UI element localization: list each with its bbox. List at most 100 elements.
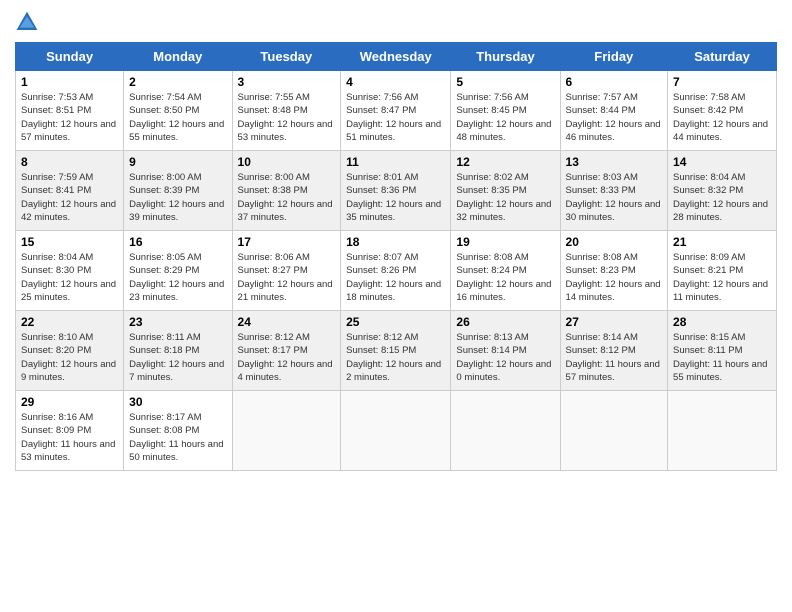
day-number: 2	[129, 75, 226, 89]
day-info: Sunrise: 8:16 AM Sunset: 8:09 PM Dayligh…	[21, 411, 118, 464]
weekday-header: Saturday	[668, 43, 777, 71]
calendar-day-cell	[668, 391, 777, 471]
day-number: 9	[129, 155, 226, 169]
day-info: Sunrise: 8:10 AM Sunset: 8:20 PM Dayligh…	[21, 331, 118, 384]
weekday-header: Sunday	[16, 43, 124, 71]
calendar-day-cell: 24Sunrise: 8:12 AM Sunset: 8:17 PM Dayli…	[232, 311, 341, 391]
day-info: Sunrise: 8:00 AM Sunset: 8:39 PM Dayligh…	[129, 171, 226, 224]
day-number: 4	[346, 75, 445, 89]
day-number: 5	[456, 75, 554, 89]
weekday-header: Friday	[560, 43, 668, 71]
weekday-row: SundayMondayTuesdayWednesdayThursdayFrid…	[16, 43, 777, 71]
calendar-week-row: 8 Sunrise: 7:59 AM Sunset: 8:41 PM Daylig…	[16, 151, 777, 231]
day-number: 6	[566, 75, 663, 89]
day-info: Sunrise: 8:12 AM Sunset: 8:15 PM Dayligh…	[346, 331, 445, 384]
day-number: 1	[21, 75, 118, 89]
day-info: Sunrise: 8:08 AM Sunset: 8:24 PM Dayligh…	[456, 251, 554, 304]
day-info: Sunrise: 7:53 AM Sunset: 8:51 PM Dayligh…	[21, 91, 118, 144]
day-number: 13	[566, 155, 663, 169]
calendar-day-cell: 23 Sunrise: 8:11 AM Sunset: 8:18 PM Dayli…	[124, 311, 232, 391]
day-info: Sunrise: 7:54 AM Sunset: 8:50 PM Dayligh…	[129, 91, 226, 144]
calendar-week-row: 1 Sunrise: 7:53 AM Sunset: 8:51 PM Daylig…	[16, 71, 777, 151]
day-info: Sunrise: 8:01 AM Sunset: 8:36 PM Dayligh…	[346, 171, 445, 224]
weekday-header: Tuesday	[232, 43, 341, 71]
calendar-day-cell: 8 Sunrise: 7:59 AM Sunset: 8:41 PM Daylig…	[16, 151, 124, 231]
day-number: 10	[238, 155, 336, 169]
day-number: 15	[21, 235, 118, 249]
day-info: Sunrise: 8:05 AM Sunset: 8:29 PM Dayligh…	[129, 251, 226, 304]
calendar-day-cell: 27 Sunrise: 8:14 AM Sunset: 8:12 PM Dayli…	[560, 311, 668, 391]
logo-icon	[15, 10, 39, 34]
day-number: 25	[346, 315, 445, 329]
day-info: Sunrise: 8:14 AM Sunset: 8:12 PM Dayligh…	[566, 331, 663, 384]
calendar-day-cell: 14 Sunrise: 8:04 AM Sunset: 8:32 PM Dayli…	[668, 151, 777, 231]
day-info: Sunrise: 8:11 AM Sunset: 8:18 PM Dayligh…	[129, 331, 226, 384]
calendar-week-row: 15 Sunrise: 8:04 AM Sunset: 8:30 PM Dayli…	[16, 231, 777, 311]
day-number: 29	[21, 395, 118, 409]
calendar-day-cell: 21 Sunrise: 8:09 AM Sunset: 8:21 PM Dayli…	[668, 231, 777, 311]
day-number: 26	[456, 315, 554, 329]
calendar-day-cell: 30Sunrise: 8:17 AM Sunset: 8:08 PM Dayli…	[124, 391, 232, 471]
calendar-day-cell: 17 Sunrise: 8:06 AM Sunset: 8:27 PM Dayli…	[232, 231, 341, 311]
day-info: Sunrise: 8:02 AM Sunset: 8:35 PM Dayligh…	[456, 171, 554, 224]
calendar-day-cell: 25 Sunrise: 8:12 AM Sunset: 8:15 PM Dayli…	[341, 311, 451, 391]
day-info: Sunrise: 7:59 AM Sunset: 8:41 PM Dayligh…	[21, 171, 118, 224]
calendar-day-cell: 5 Sunrise: 7:56 AM Sunset: 8:45 PM Daylig…	[451, 71, 560, 151]
day-number: 12	[456, 155, 554, 169]
calendar-week-row: 22 Sunrise: 8:10 AM Sunset: 8:20 PM Dayli…	[16, 311, 777, 391]
day-info: Sunrise: 8:04 AM Sunset: 8:30 PM Dayligh…	[21, 251, 118, 304]
calendar-day-cell: 28 Sunrise: 8:15 AM Sunset: 8:11 PM Dayli…	[668, 311, 777, 391]
calendar-header: SundayMondayTuesdayWednesdayThursdayFrid…	[16, 43, 777, 71]
day-info: Sunrise: 8:06 AM Sunset: 8:27 PM Dayligh…	[238, 251, 336, 304]
day-number: 28	[673, 315, 771, 329]
day-info: Sunrise: 8:04 AM Sunset: 8:32 PM Dayligh…	[673, 171, 771, 224]
calendar-day-cell: 9 Sunrise: 8:00 AM Sunset: 8:39 PM Daylig…	[124, 151, 232, 231]
weekday-header: Monday	[124, 43, 232, 71]
logo	[15, 10, 43, 34]
calendar-table: SundayMondayTuesdayWednesdayThursdayFrid…	[15, 42, 777, 471]
day-number: 23	[129, 315, 226, 329]
calendar-day-cell	[341, 391, 451, 471]
calendar-day-cell: 22 Sunrise: 8:10 AM Sunset: 8:20 PM Dayli…	[16, 311, 124, 391]
day-number: 16	[129, 235, 226, 249]
day-info: Sunrise: 8:17 AM Sunset: 8:08 PM Dayligh…	[129, 411, 226, 464]
day-number: 19	[456, 235, 554, 249]
calendar-day-cell: 10 Sunrise: 8:00 AM Sunset: 8:38 PM Dayli…	[232, 151, 341, 231]
calendar-day-cell	[560, 391, 668, 471]
day-number: 3	[238, 75, 336, 89]
calendar-day-cell: 4Sunrise: 7:56 AM Sunset: 8:47 PM Daylig…	[341, 71, 451, 151]
calendar-day-cell: 16 Sunrise: 8:05 AM Sunset: 8:29 PM Dayli…	[124, 231, 232, 311]
calendar-day-cell: 18Sunrise: 8:07 AM Sunset: 8:26 PM Dayli…	[341, 231, 451, 311]
calendar-day-cell: 29 Sunrise: 8:16 AM Sunset: 8:09 PM Dayli…	[16, 391, 124, 471]
calendar-day-cell: 3Sunrise: 7:55 AM Sunset: 8:48 PM Daylig…	[232, 71, 341, 151]
calendar-day-cell: 11Sunrise: 8:01 AM Sunset: 8:36 PM Dayli…	[341, 151, 451, 231]
day-info: Sunrise: 7:57 AM Sunset: 8:44 PM Dayligh…	[566, 91, 663, 144]
day-info: Sunrise: 7:56 AM Sunset: 8:45 PM Dayligh…	[456, 91, 554, 144]
day-info: Sunrise: 7:58 AM Sunset: 8:42 PM Dayligh…	[673, 91, 771, 144]
day-number: 22	[21, 315, 118, 329]
day-number: 7	[673, 75, 771, 89]
day-info: Sunrise: 8:00 AM Sunset: 8:38 PM Dayligh…	[238, 171, 336, 224]
day-number: 27	[566, 315, 663, 329]
day-info: Sunrise: 8:03 AM Sunset: 8:33 PM Dayligh…	[566, 171, 663, 224]
weekday-header: Wednesday	[341, 43, 451, 71]
day-info: Sunrise: 8:08 AM Sunset: 8:23 PM Dayligh…	[566, 251, 663, 304]
calendar-day-cell: 2 Sunrise: 7:54 AM Sunset: 8:50 PM Daylig…	[124, 71, 232, 151]
calendar-day-cell: 26 Sunrise: 8:13 AM Sunset: 8:14 PM Dayli…	[451, 311, 560, 391]
calendar-day-cell	[451, 391, 560, 471]
calendar-day-cell: 19 Sunrise: 8:08 AM Sunset: 8:24 PM Dayli…	[451, 231, 560, 311]
calendar-day-cell: 7 Sunrise: 7:58 AM Sunset: 8:42 PM Daylig…	[668, 71, 777, 151]
day-info: Sunrise: 8:13 AM Sunset: 8:14 PM Dayligh…	[456, 331, 554, 384]
day-number: 14	[673, 155, 771, 169]
day-number: 21	[673, 235, 771, 249]
calendar-day-cell	[232, 391, 341, 471]
day-info: Sunrise: 8:15 AM Sunset: 8:11 PM Dayligh…	[673, 331, 771, 384]
day-number: 17	[238, 235, 336, 249]
calendar-day-cell: 15 Sunrise: 8:04 AM Sunset: 8:30 PM Dayli…	[16, 231, 124, 311]
day-info: Sunrise: 8:09 AM Sunset: 8:21 PM Dayligh…	[673, 251, 771, 304]
calendar-week-row: 29 Sunrise: 8:16 AM Sunset: 8:09 PM Dayli…	[16, 391, 777, 471]
day-number: 8	[21, 155, 118, 169]
calendar-day-cell: 12 Sunrise: 8:02 AM Sunset: 8:35 PM Dayli…	[451, 151, 560, 231]
day-number: 24	[238, 315, 336, 329]
day-info: Sunrise: 8:07 AM Sunset: 8:26 PM Dayligh…	[346, 251, 445, 304]
